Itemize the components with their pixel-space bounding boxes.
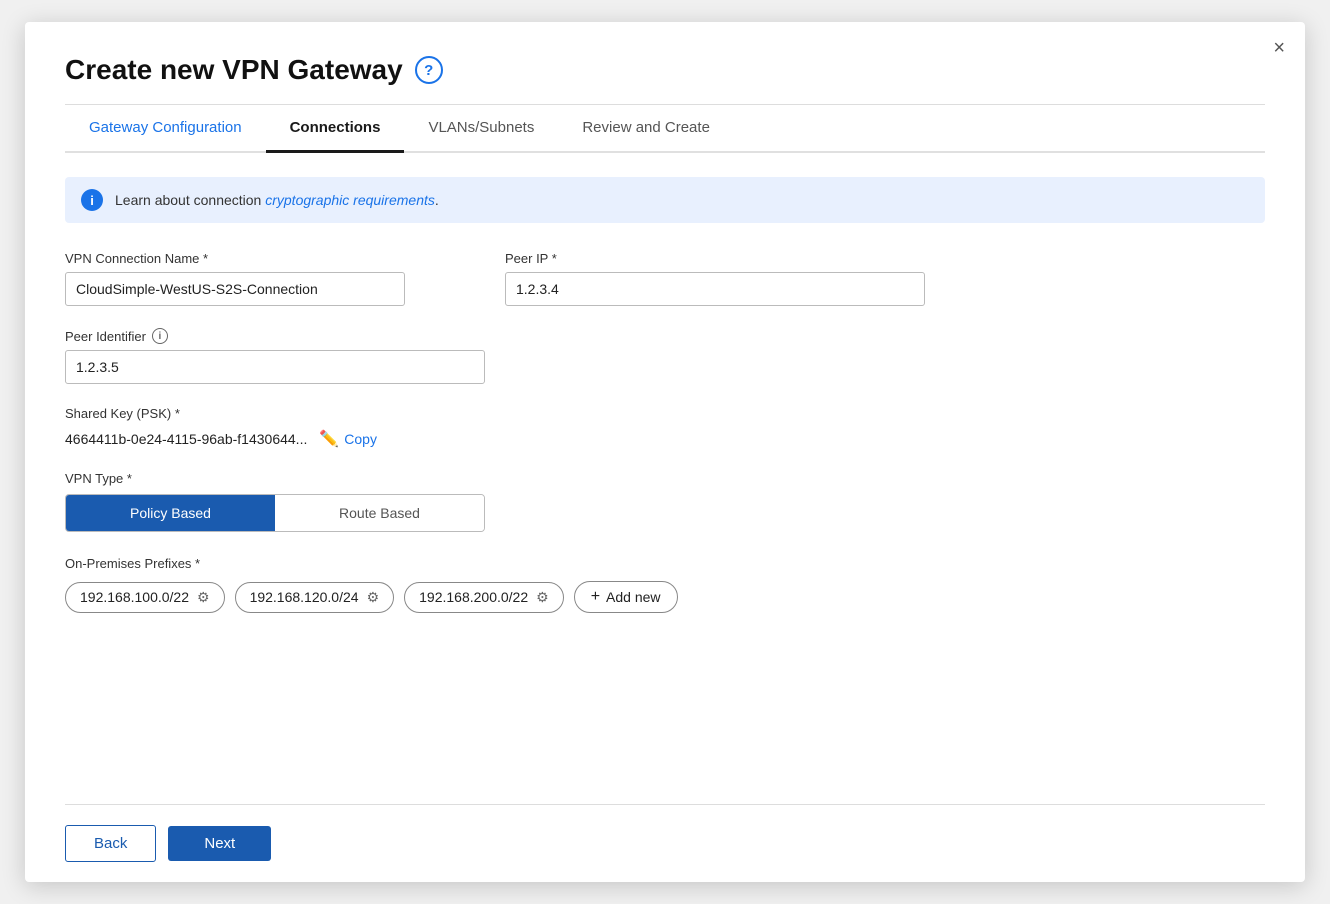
add-new-label: Add new <box>606 589 660 605</box>
peer-identifier-label: Peer Identifier i <box>65 328 485 344</box>
psk-row: 4664411b-0e24-4115-96ab-f1430644... ✏️ C… <box>65 429 1265 449</box>
prefixes-section: On-Premises Prefixes * 192.168.100.0/22 … <box>65 556 1265 613</box>
tab-review-and-create[interactable]: Review and Create <box>558 105 734 153</box>
copy-label: Copy <box>344 431 377 447</box>
tab-connections[interactable]: Connections <box>266 105 405 153</box>
info-banner: i Learn about connection cryptographic r… <box>65 177 1265 223</box>
prefix-value-1: 192.168.120.0/24 <box>250 589 359 605</box>
peer-identifier-group: Peer Identifier i <box>65 328 485 384</box>
prefix-value-2: 192.168.200.0/22 <box>419 589 528 605</box>
prefix-gear-icon-2[interactable]: ⚙ <box>536 589 549 606</box>
prefix-chip-1[interactable]: 192.168.120.0/24 ⚙ <box>235 582 395 613</box>
prefix-chip-0[interactable]: 192.168.100.0/22 ⚙ <box>65 582 225 613</box>
route-based-button[interactable]: Route Based <box>275 495 484 531</box>
info-banner-text: Learn about connection cryptographic req… <box>115 192 439 208</box>
copy-icon: ✏️ <box>319 429 339 449</box>
vpn-type-toggle: Policy Based Route Based <box>65 494 485 532</box>
peer-identifier-row: Peer Identifier i <box>65 328 1265 384</box>
prefixes-label: On-Premises Prefixes * <box>65 556 1265 571</box>
policy-based-button[interactable]: Policy Based <box>66 495 275 531</box>
tab-bar: Gateway Configuration Connections VLANs/… <box>65 105 1265 153</box>
vpn-connection-name-input[interactable] <box>65 272 405 306</box>
add-new-plus-icon: + <box>591 588 600 606</box>
modal-footer: Back Next <box>65 804 1265 882</box>
back-button[interactable]: Back <box>65 825 156 862</box>
add-new-button[interactable]: + Add new <box>574 581 678 613</box>
shared-key-label: Shared Key (PSK) * <box>65 406 1265 421</box>
help-icon[interactable]: ? <box>415 56 443 84</box>
prefix-gear-icon-1[interactable]: ⚙ <box>367 589 380 606</box>
prefix-value-0: 192.168.100.0/22 <box>80 589 189 605</box>
shared-key-label-row: Shared Key (PSK) * <box>65 406 1265 421</box>
modal-title: Create new VPN Gateway <box>65 54 403 86</box>
modal-title-area: Create new VPN Gateway ? <box>65 54 1265 86</box>
peer-ip-input[interactable] <box>505 272 925 306</box>
vpn-type-label: VPN Type * <box>65 471 1265 486</box>
copy-button[interactable]: ✏️ Copy <box>319 429 377 449</box>
crypto-requirements-link[interactable]: cryptographic requirements <box>265 192 435 208</box>
peer-ip-label: Peer IP * <box>505 251 1265 266</box>
close-button[interactable]: × <box>1273 38 1285 58</box>
psk-value: 4664411b-0e24-4115-96ab-f1430644... <box>65 431 307 447</box>
name-ip-row: VPN Connection Name * Peer IP * <box>65 251 1265 306</box>
form-section: VPN Connection Name * Peer IP * Peer Ide… <box>65 251 1265 804</box>
vpn-type-section: VPN Type * Policy Based Route Based <box>65 471 1265 532</box>
peer-ip-group: Peer IP * <box>505 251 1265 306</box>
vpn-connection-name-label: VPN Connection Name * <box>65 251 465 266</box>
prefix-chip-2[interactable]: 192.168.200.0/22 ⚙ <box>404 582 564 613</box>
next-button[interactable]: Next <box>168 826 271 861</box>
peer-identifier-info-icon[interactable]: i <box>152 328 168 344</box>
peer-identifier-input[interactable] <box>65 350 485 384</box>
tab-gateway-configuration[interactable]: Gateway Configuration <box>65 105 266 153</box>
prefix-gear-icon-0[interactable]: ⚙ <box>197 589 210 606</box>
info-icon: i <box>81 189 103 211</box>
create-vpn-gateway-modal: × Create new VPN Gateway ? Gateway Confi… <box>25 22 1305 882</box>
vpn-connection-name-group: VPN Connection Name * <box>65 251 465 306</box>
prefixes-row: 192.168.100.0/22 ⚙ 192.168.120.0/24 ⚙ 19… <box>65 581 1265 613</box>
tab-vlans-subnets[interactable]: VLANs/Subnets <box>404 105 558 153</box>
